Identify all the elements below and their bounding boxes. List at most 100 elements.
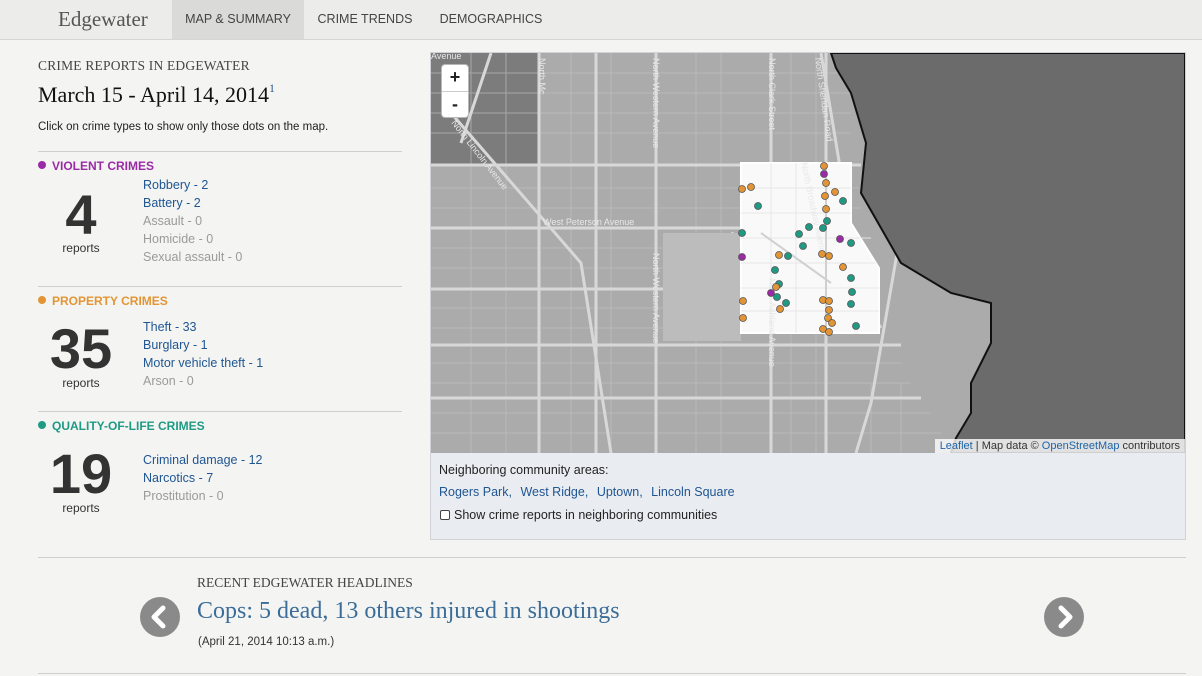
crime-type-burglary[interactable]: Burglary - 1 (143, 336, 263, 354)
crime-type-battery[interactable]: Battery - 2 (143, 194, 242, 212)
crime-marker-property (772, 283, 780, 291)
tab-demographics[interactable]: DEMOGRAPHICS (426, 0, 556, 39)
divider (38, 151, 402, 152)
crime-type-narcotics[interactable]: Narcotics - 7 (143, 469, 263, 487)
crime-marker-property (825, 306, 833, 314)
neighbor-link-rogers-park[interactable]: Rogers Park (439, 485, 508, 499)
osm-link[interactable]: OpenStreetMap (1042, 440, 1120, 452)
date-range-text: March 15 - April 14, 2014 (38, 82, 269, 107)
property-dot-icon (38, 296, 46, 304)
leaflet-link[interactable]: Leaflet (940, 440, 973, 452)
quality-crime-list: Criminal damage - 12 Narcotics - 7 Prost… (143, 451, 263, 505)
attribution-suffix: contributors (1122, 440, 1180, 452)
divider (38, 557, 1186, 558)
next-headline-button[interactable] (1044, 597, 1084, 637)
crime-marker-quality (773, 293, 781, 301)
crime-marker-property (739, 314, 747, 322)
street-label: North Mc (537, 58, 547, 95)
crime-marker-quality (795, 230, 803, 238)
crime-marker-quality (784, 252, 792, 260)
neighbor-checkbox-row[interactable]: Show crime reports in neighboring commun… (440, 508, 717, 522)
quality-dot-icon (38, 421, 46, 429)
neighbor-link-uptown[interactable]: Uptown (597, 485, 639, 499)
crime-marker-property (822, 205, 830, 213)
street-label: North Western Avenue (651, 253, 661, 343)
street-label: North Clark Street (767, 58, 777, 131)
street-label: West Peterson Avenue (543, 217, 634, 227)
crime-type-robbery[interactable]: Robbery - 2 (143, 176, 242, 194)
crime-marker-property (739, 297, 747, 305)
crime-marker-violent (836, 235, 844, 243)
crime-marker-property (775, 251, 783, 259)
crime-marker-property (828, 319, 836, 327)
crime-map[interactable]: West Peterson Avenue Avenue North Wester… (431, 53, 1185, 453)
neighbor-link-west-ridge[interactable]: West Ridge (520, 485, 584, 499)
neighbor-checkbox-label: Show crime reports in neighboring commun… (454, 508, 718, 522)
crime-marker-quality (782, 299, 790, 307)
category-heading-quality-of-life[interactable]: QUALITY-OF-LIFE CRIMES (38, 419, 205, 433)
street-label: North Western Avenue (651, 58, 661, 148)
tab-map-summary[interactable]: MAP & SUMMARY (172, 0, 304, 39)
map-attribution: Leaflet | Map data © OpenStreetMap contr… (934, 439, 1185, 453)
neighbors-label: Neighboring community areas: (439, 463, 609, 477)
crime-marker-property (747, 183, 755, 191)
divider (38, 673, 1186, 674)
property-crime-list: Theft - 33 Burglary - 1 Motor vehicle th… (143, 318, 263, 390)
crime-marker-violent (738, 253, 746, 261)
crime-type-assault: Assault - 0 (143, 214, 203, 228)
brand-title[interactable]: Edgewater (58, 7, 148, 32)
neighbor-checkbox[interactable] (440, 510, 450, 520)
crime-marker-property (839, 263, 847, 271)
tab-crime-trends[interactable]: CRIME TRENDS (304, 0, 426, 39)
crime-marker-property (825, 252, 833, 260)
crime-marker-property (825, 297, 833, 305)
crime-marker-quality (847, 239, 855, 247)
map-tiles: West Peterson Avenue Avenue North Wester… (431, 53, 1185, 453)
crime-type-prostitution: Prostitution - 0 (143, 489, 224, 503)
headline-date: (April 21, 2014 10:13 a.m.) (198, 636, 335, 648)
violent-crime-list: Robbery - 2 Battery - 2 Assault - 0 Homi… (143, 176, 242, 266)
crime-marker-property (825, 328, 833, 336)
category-heading-violent[interactable]: VIOLENT CRIMES (38, 159, 154, 173)
zoom-out-button[interactable]: - (442, 91, 468, 117)
date-range-heading: March 15 - April 14, 20141 (38, 81, 275, 108)
category-heading-label: PROPERTY CRIMES (52, 294, 168, 308)
category-heading-property[interactable]: PROPERTY CRIMES (38, 294, 168, 308)
violent-count: 4 (65, 183, 97, 246)
prev-headline-button[interactable] (140, 597, 180, 637)
violent-dot-icon (38, 161, 46, 169)
crime-marker-quality (847, 300, 855, 308)
quality-count: 19 (49, 442, 113, 505)
crime-marker-quality (819, 224, 827, 232)
crime-type-theft[interactable]: Theft - 33 (143, 318, 263, 336)
crime-marker-quality (839, 197, 847, 205)
crime-marker-property (822, 179, 830, 187)
attribution-text: | Map data © (975, 440, 1039, 452)
divider (38, 286, 402, 287)
crime-marker-property (820, 162, 828, 170)
crime-type-arson: Arson - 0 (143, 374, 194, 388)
divider (38, 411, 402, 412)
headline-link[interactable]: Cops: 5 dead, 13 others injured in shoot… (197, 598, 620, 625)
crime-type-motor-vehicle-theft[interactable]: Motor vehicle theft - 1 (143, 354, 263, 372)
crime-marker-property (821, 192, 829, 200)
footnote-link[interactable]: 1 (269, 81, 275, 95)
crime-marker-quality (754, 202, 762, 210)
zoom-in-button[interactable]: + (442, 65, 468, 91)
property-count: 35 (49, 317, 113, 380)
crime-type-criminal-damage[interactable]: Criminal damage - 12 (143, 451, 263, 469)
category-heading-label: VIOLENT CRIMES (52, 159, 155, 173)
street-label: Avenue (431, 53, 461, 61)
summary-overline: CRIME REPORTS IN EDGEWATER (38, 58, 250, 73)
violent-count-label: reports (62, 241, 100, 255)
category-heading-label: QUALITY-OF-LIFE CRIMES (52, 419, 205, 433)
property-count-label: reports (62, 376, 100, 390)
headlines-label: RECENT EDGEWATER HEADLINES (197, 575, 413, 590)
crime-marker-quality (771, 266, 779, 274)
neighbor-link-lincoln-square[interactable]: Lincoln Square (651, 485, 734, 499)
zoom-control: + - (441, 64, 469, 118)
crime-marker-quality (852, 322, 860, 330)
chevron-right-icon (1058, 605, 1073, 629)
crime-marker-quality (847, 274, 855, 282)
crime-marker-property (738, 185, 746, 193)
